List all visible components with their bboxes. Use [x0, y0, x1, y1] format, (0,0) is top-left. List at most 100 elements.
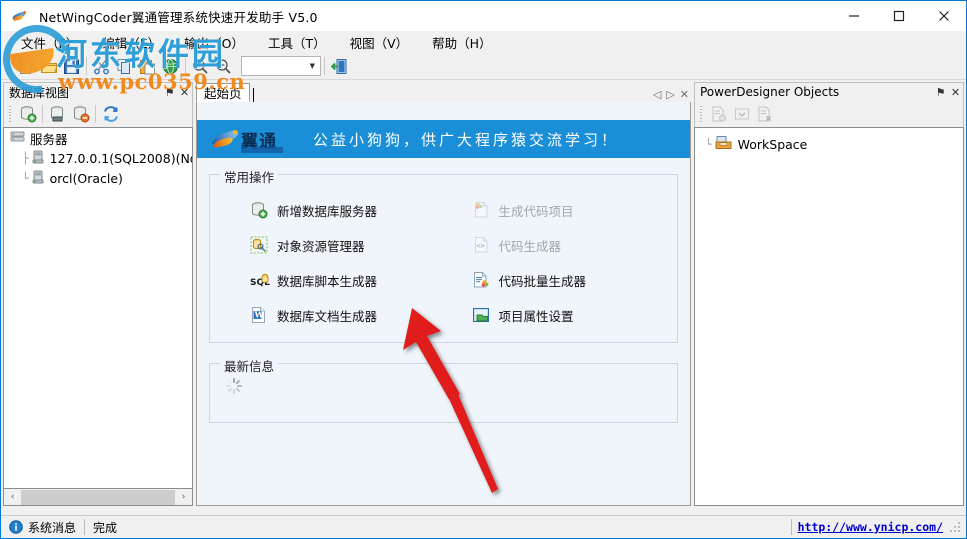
- tab-start-page[interactable]: 起始页: [196, 83, 250, 102]
- menu-view[interactable]: 视图（V）: [338, 31, 421, 54]
- copy-icon[interactable]: [113, 55, 136, 78]
- refresh-icon[interactable]: [99, 103, 122, 126]
- dropdown-icon[interactable]: [730, 103, 753, 126]
- chevron-down-icon: ▼: [309, 62, 315, 70]
- code-generator-icon: <>: [472, 236, 490, 254]
- tree-row[interactable]: └ orcl(Oracle): [4, 168, 192, 188]
- op-label: 代码生成器: [498, 238, 562, 254]
- nav-prev-icon[interactable]: ◁: [653, 89, 661, 100]
- op-batch-code-generator[interactable]: 代码批量生成器: [472, 271, 678, 289]
- database-view-toolbar: [3, 101, 193, 127]
- tree-row[interactable]: ├ 127.0.0.1(SQL2008)(No1): [4, 148, 192, 168]
- word-doc-icon: W: [250, 306, 268, 324]
- workspace-folder-icon: [715, 135, 732, 153]
- powerdesigner-tree[interactable]: └ WorkSpace: [694, 127, 964, 506]
- tree-row[interactable]: 服务器: [4, 128, 192, 148]
- powerdesigner-objects-panel: PowerDesigner Objects ⚑ ✕ └ WorkSpace: [694, 82, 964, 506]
- toolbar-separator: [95, 105, 96, 123]
- svg-text:<>: <>: [476, 242, 484, 250]
- zoom-out-icon[interactable]: [212, 55, 235, 78]
- website-link[interactable]: http://www.ynicp.com/: [792, 520, 949, 534]
- title-bar: NetWingCoder翼通管理系统快速开发助手 V5.0: [1, 1, 966, 31]
- op-add-db-server[interactable]: 新增数据库服务器: [250, 201, 456, 219]
- paste-icon[interactable]: [136, 55, 159, 78]
- op-label: 新增数据库服务器: [277, 203, 378, 219]
- tree-root-label: 服务器: [30, 131, 68, 147]
- toolbar-combo[interactable]: ▼: [241, 56, 321, 76]
- toolbar-separator: [185, 57, 186, 75]
- toolbar-grip[interactable]: [6, 57, 11, 75]
- pin-icon[interactable]: ⚑: [162, 84, 177, 101]
- powerdesigner-header: PowerDesigner Objects ⚑ ✕: [694, 82, 964, 101]
- status-message: 完成: [93, 520, 118, 535]
- new-object-icon[interactable]: [707, 103, 730, 126]
- op-object-explorer[interactable]: 对象资源管理器: [250, 236, 456, 254]
- main-toolbar: ▼: [1, 53, 966, 80]
- menu-output[interactable]: 输出（O）: [172, 31, 256, 54]
- op-label: 数据库文档生成器: [277, 308, 378, 324]
- database-server-icon: [31, 170, 45, 187]
- op-label: 生成代码项目: [498, 203, 574, 219]
- connect-database-icon[interactable]: [46, 103, 69, 126]
- menu-help[interactable]: 帮助（H）: [420, 31, 503, 54]
- promo-banner: 翼通 公益小狗狗，供广大程序猿交流学习！: [197, 120, 690, 158]
- menu-tools[interactable]: 工具（T）: [256, 31, 338, 54]
- menu-file[interactable]: 文件（F）: [9, 31, 90, 54]
- database-tree[interactable]: 服务器 ├ 127.0.0.1(SQL2008)(No1) └ orcl(Ora…: [3, 127, 193, 489]
- menu-edit[interactable]: 编辑（E）: [90, 31, 172, 54]
- toolbar-grip[interactable]: [699, 105, 704, 123]
- menu-bar: 文件（F） 编辑（E） 输出（O） 工具（T） 视图（V） 帮助（H）: [1, 31, 966, 53]
- cut-icon[interactable]: [90, 55, 113, 78]
- project-settings-icon: [472, 306, 490, 324]
- tab-caret: [252, 88, 254, 102]
- delete-object-icon[interactable]: [753, 103, 776, 126]
- maximize-button[interactable]: [876, 1, 921, 31]
- minimize-button[interactable]: [831, 1, 876, 31]
- scrollbar-track[interactable]: [21, 489, 175, 505]
- scrollbar-thumb[interactable]: [21, 489, 175, 505]
- op-sql-script-generator[interactable]: SQL 数据库脚本生成器: [250, 271, 456, 289]
- workspace: 数据库视图 ⚑ ✕ 服务器 ├ 127.0.0.1(SQL2008)(N └ o…: [1, 80, 966, 506]
- loading-spinner-icon: [226, 378, 242, 394]
- pin-icon[interactable]: ⚑: [933, 84, 948, 101]
- op-label: 对象资源管理器: [277, 238, 365, 254]
- add-database-icon[interactable]: [16, 103, 39, 126]
- toolbar-separator: [86, 57, 87, 75]
- database-server-icon: [31, 150, 45, 167]
- op-db-doc-generator[interactable]: W 数据库文档生成器: [250, 306, 456, 324]
- scroll-left-icon[interactable]: ‹: [4, 489, 21, 505]
- status-system-message: 系统消息: [1, 517, 84, 537]
- window-title: NetWingCoder翼通管理系统快速开发助手 V5.0: [39, 9, 318, 25]
- close-button[interactable]: [921, 1, 966, 31]
- brand-logo-icon: 翼通: [209, 122, 287, 156]
- info-icon: [9, 520, 23, 534]
- new-file-icon[interactable]: [14, 55, 37, 78]
- globe-icon[interactable]: [159, 55, 182, 78]
- toolbar-grip[interactable]: [8, 105, 13, 123]
- exit-door-icon[interactable]: [328, 55, 351, 78]
- close-icon[interactable]: ✕: [948, 84, 963, 101]
- save-icon[interactable]: [60, 55, 83, 78]
- status-label: 系统消息: [28, 520, 77, 535]
- open-folder-icon[interactable]: [37, 55, 60, 78]
- op-project-settings[interactable]: 项目属性设置: [472, 306, 678, 324]
- op-generate-code-project[interactable]: 生成代码项目: [472, 201, 678, 219]
- object-explorer-icon: [250, 236, 268, 254]
- tree-row[interactable]: └ WorkSpace: [695, 133, 963, 155]
- remove-database-icon[interactable]: [69, 103, 92, 126]
- resize-grip-icon[interactable]: [949, 520, 963, 534]
- powerdesigner-title: PowerDesigner Objects: [700, 85, 840, 99]
- scroll-right-icon[interactable]: ›: [175, 489, 192, 505]
- window-controls: [831, 1, 966, 31]
- zoom-in-icon[interactable]: [189, 55, 212, 78]
- tree-item-label: 127.0.0.1(SQL2008)(No1): [49, 150, 192, 166]
- horizontal-scrollbar[interactable]: ‹ ›: [3, 489, 193, 506]
- latest-news-title: 最新信息: [220, 356, 279, 375]
- tab-close-icon[interactable]: ✕: [680, 89, 689, 100]
- toolbar-separator: [324, 57, 325, 75]
- op-code-generator[interactable]: <> 代码生成器: [472, 236, 678, 254]
- common-operations-group: 常用操作 新增数据库服务器 对象资源管理器 SQL 数据库脚本生成器 W 数据库…: [209, 167, 678, 343]
- close-icon[interactable]: ✕: [177, 84, 192, 101]
- common-operations-title: 常用操作: [220, 167, 279, 186]
- nav-next-icon[interactable]: ▷: [666, 89, 674, 100]
